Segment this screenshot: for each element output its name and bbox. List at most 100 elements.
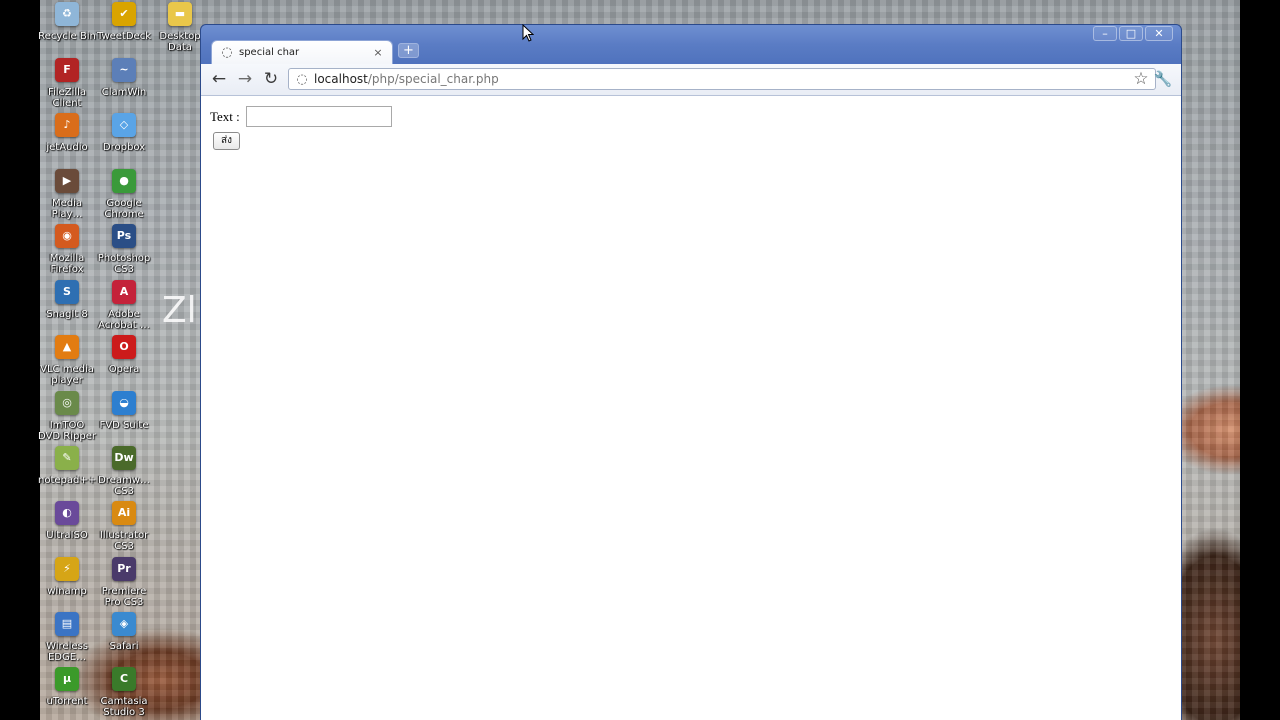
media-player-icon: ▶ [55,169,79,193]
recycle-bin-icon: ♻ [55,2,79,26]
notepad-icon: ✎ [55,446,79,470]
tweetdeck-icon: ✔ [112,2,136,26]
desktop-icon-label: Illustrator CS3 [99,530,149,552]
text-input[interactable] [245,106,392,127]
snagit-icon: S [55,280,79,304]
desktop-icon-dreamweaver[interactable]: Dw Dreamw… CS3 [95,444,153,497]
utorrent-icon: μ [55,667,79,691]
text-field-row: Text : [210,106,392,127]
filezilla-icon: F [55,58,79,82]
desktop-icon-chrome[interactable]: ● Google Chrome [95,167,153,220]
desktop-icon-premiere[interactable]: Pr Premiere Pro CS3 [95,555,153,608]
premiere-icon: Pr [112,557,136,581]
back-button[interactable]: ← [208,68,230,90]
desktop-icon-label: Google Chrome [104,198,144,220]
new-tab-button[interactable]: + [398,43,419,58]
screen: ♻ Recycle Bin ✔ TweetDeck ▬ Desktop Data F File… [0,0,1280,720]
desktop-icon-label: uTorrent [46,696,88,707]
window-controls: – □ ✕ [1093,26,1173,41]
desktop-icon-label: notepad++ [38,475,97,486]
desktop-icon-label: UltraISO [46,530,88,541]
desktop-icons: ♻ Recycle Bin ✔ TweetDeck ▬ Desktop Data F File… [38,0,201,720]
fvd-icon: ◒ [112,391,136,415]
tab-close-icon[interactable]: × [372,46,384,59]
desktop-icon-label: Dreamw… CS3 [98,475,150,497]
desktop-icon-ultraiso[interactable]: ◐ UltraISO [38,499,96,541]
desktop-icon-label: Media Play… [51,198,83,220]
text-label: Text : [210,108,240,124]
bookmark-star-icon[interactable]: ☆ [1131,69,1151,89]
firefox-icon: ◉ [55,224,79,248]
desktop-icon-label: Camtasia Studio 3 [100,696,148,718]
desktop-icon-notepad[interactable]: ✎ notepad++ [38,444,96,486]
globe-icon: ◌ [296,71,308,87]
desktop-icon-vlc[interactable]: ▲ VLC media player [38,333,96,386]
folder-icon: ▬ [168,2,192,26]
desktop-icon-camtasia[interactable]: C Camtasia Studio 3 [95,665,153,718]
desktop-icon-firefox[interactable]: ◉ Mozilla Firefox [38,222,96,275]
wrench-menu-icon[interactable]: 🔧 [1152,68,1174,90]
desktop-icon-label: Safari [109,641,139,652]
browser-tab[interactable]: ◌ special char × [211,40,393,64]
desktop-icon-utorrent[interactable]: μ uTorrent [38,665,96,707]
wireless-icon: ▤ [55,612,79,636]
dreamweaver-icon: Dw [112,446,136,470]
submit-button[interactable]: ส่ง [213,132,240,150]
desktop-icon-safari[interactable]: ◈ Safari [95,610,153,652]
desktop-icon-label: FVD Suite [99,420,149,431]
desktop-icon-label: ImTOO DVD Ripper [38,420,96,442]
ultraiso-icon: ◐ [55,501,79,525]
globe-icon: ◌ [221,44,233,60]
desktop-icon-label: Photoshop CS3 [97,253,151,275]
opera-icon: O [112,335,136,359]
photoshop-icon: Ps [112,224,136,248]
illustrator-icon: Ai [112,501,136,525]
desktop-icon-jetaudio[interactable]: ♪ jetAudio [38,111,96,153]
desktop-icon-label: winamp [47,586,87,597]
desktop-icon-photoshop[interactable]: Ps Photoshop CS3 [95,222,153,275]
maximize-button[interactable]: □ [1119,26,1143,41]
vlc-icon: ▲ [55,335,79,359]
winamp-icon: ⚡ [55,557,79,581]
desktop-icon-label: ClamWin [101,87,147,98]
desktop-icon-illustrator[interactable]: Ai Illustrator CS3 [95,499,153,552]
desktop-icon-label: Dropbox [102,142,146,153]
mouse-cursor-icon [522,24,534,42]
url-host: localhost [314,72,368,86]
desktop-icon-label: VLC media player [40,364,94,386]
close-window-button[interactable]: ✕ [1145,26,1173,41]
desktop-icon-label: TweetDeck [97,31,151,42]
browser-toolbar: ← → ↻ ◌ localhost/php/special_char.php ☆… [201,64,1181,96]
url-path: /php/special_char.php [367,72,499,86]
desktop-icon-dropbox[interactable]: ◇ Dropbox [95,111,153,153]
desktop-icon-fvd[interactable]: ◒ FVD Suite [95,389,153,431]
browser-window: – □ ✕ ◌ special char × + ← → ↻ ◌ localho… [200,24,1182,720]
reload-button[interactable]: ↻ [260,68,282,90]
desktop-icon-acrobat[interactable]: A Adobe Acrobat … [95,278,153,331]
desktop-icon-tweetdeck[interactable]: ✔ TweetDeck [95,0,153,42]
url-text[interactable]: localhost/php/special_char.php [314,72,1131,86]
jetaudio-icon: ♪ [55,113,79,137]
desktop-icon-opera[interactable]: O Opera [95,333,153,375]
dropbox-icon: ◇ [112,113,136,137]
desktop-icon-wireless[interactable]: ▤ Wireless EDGE… [38,610,96,663]
desktop-icon-imtoo[interactable]: ◎ ImTOO DVD Ripper [38,389,96,442]
address-bar[interactable]: ◌ localhost/php/special_char.php ☆ [288,68,1156,90]
tab-title: special char [239,47,300,58]
desktop-icon-snagit[interactable]: S SnagIt 8 [38,278,96,320]
desktop-icon-label: Recycle Bin [38,31,96,42]
desktop-icon-label: Premiere Pro CS3 [101,586,147,608]
desktop-icon-media-player[interactable]: ▶ Media Play… [38,167,96,220]
desktop-icon-winamp[interactable]: ⚡ winamp [38,555,96,597]
desktop-icon-label: Opera [108,364,140,375]
desktop-icon-recycle-bin[interactable]: ♻ Recycle Bin [38,0,96,42]
desktop-icon-label: Wireless EDGE… [46,641,88,663]
forward-button[interactable]: → [234,68,256,90]
desktop-icon-filezilla[interactable]: F FileZilla Client [38,56,96,109]
minimize-button[interactable]: – [1093,26,1117,41]
desktop-icon-label: jetAudio [46,142,88,153]
chrome-icon: ● [112,169,136,193]
desktop-icon-clamwin[interactable]: ~ ClamWin [95,56,153,98]
desktop-icon-label: Mozilla Firefox [49,253,85,275]
acrobat-icon: A [112,280,136,304]
